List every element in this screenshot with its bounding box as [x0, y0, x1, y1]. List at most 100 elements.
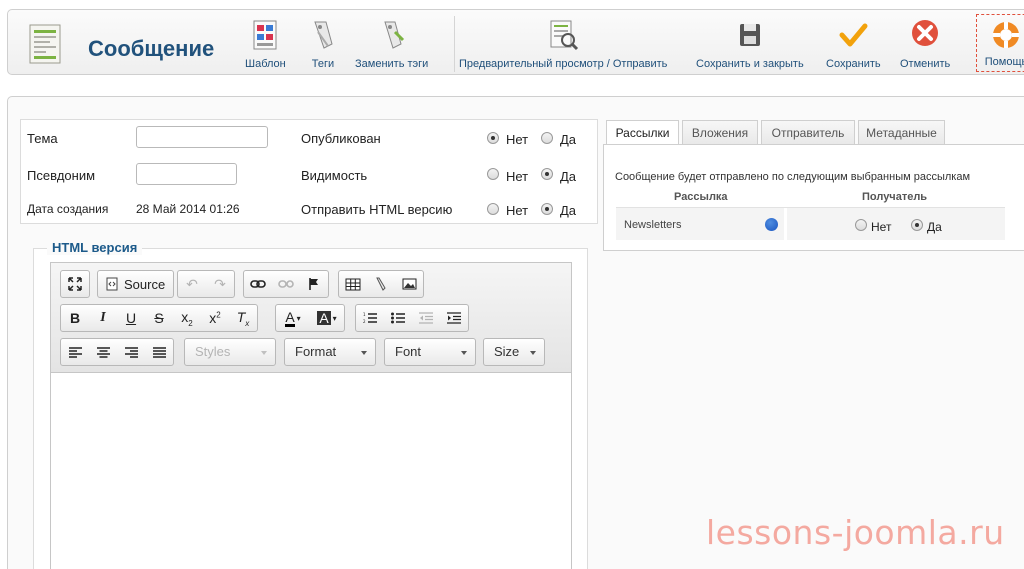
- italic-button[interactable]: I: [89, 305, 117, 331]
- save-close-button[interactable]: Сохранить и закрыть: [696, 18, 804, 70]
- link-group: [243, 270, 329, 298]
- image-button[interactable]: [395, 271, 423, 297]
- bullet-list-button[interactable]: [384, 305, 412, 331]
- published-yes-label: Да: [560, 132, 577, 147]
- tab-lists[interactable]: Рассылки: [606, 120, 679, 146]
- recipient-no-radio[interactable]: [855, 219, 867, 231]
- redo-button[interactable]: ↷: [206, 271, 234, 297]
- strike-button[interactable]: S: [145, 305, 173, 331]
- visibility-no-radio[interactable]: [487, 168, 499, 180]
- tab-sender[interactable]: Отправитель: [761, 120, 855, 145]
- text-color-icon: A: [285, 308, 295, 327]
- chevron-down-icon: [461, 351, 467, 355]
- subscript-button[interactable]: x2: [173, 305, 201, 331]
- recipient-yes-label: Да: [927, 220, 942, 234]
- remove-format-button[interactable]: Tx: [229, 305, 257, 331]
- tab-lists-label: Рассылки: [615, 126, 670, 140]
- lists-tab-panel: Сообщение будет отправлено по следующим …: [603, 144, 1024, 251]
- lists-description: Сообщение будет отправлено по следующим …: [615, 171, 971, 183]
- visibility-no-label: Нет: [506, 169, 529, 184]
- cancel-button-label: Отменить: [900, 58, 951, 70]
- size-combo[interactable]: Size: [483, 338, 545, 366]
- align-left-button[interactable]: [61, 339, 89, 365]
- numbered-list-icon: 12: [363, 312, 377, 324]
- indent-button[interactable]: [440, 305, 468, 331]
- underline-button[interactable]: U: [117, 305, 145, 331]
- bold-button[interactable]: B: [61, 305, 89, 331]
- outdent-icon: [419, 312, 433, 324]
- italic-icon: I: [100, 310, 106, 325]
- font-combo[interactable]: Font: [384, 338, 476, 366]
- published-no-label: Нет: [506, 132, 529, 147]
- preview-send-button[interactable]: Предварительный просмотр / Отправить: [459, 18, 667, 70]
- link-button[interactable]: [244, 271, 272, 297]
- preview-icon: [550, 20, 579, 51]
- edit-button[interactable]: [367, 271, 395, 297]
- tab-sender-label: Отправитель: [771, 126, 845, 140]
- toolbar: Сообщение Шаблон Теги Заменить тэги Пред…: [7, 9, 1024, 75]
- unlink-icon: [278, 280, 294, 288]
- strikethrough-icon: S: [154, 310, 164, 326]
- table-button[interactable]: [339, 271, 367, 297]
- visibility-label: Видимость: [301, 168, 368, 183]
- maximize-button[interactable]: [61, 271, 89, 297]
- numbered-list-button[interactable]: 12: [356, 305, 384, 331]
- send-html-yes-radio[interactable]: [541, 203, 553, 215]
- send-html-label: Отправить HTML версию: [301, 202, 453, 217]
- outdent-button[interactable]: [412, 305, 440, 331]
- superscript-button[interactable]: x2: [201, 305, 229, 331]
- font-combo-label: Font: [395, 344, 422, 359]
- undo-button[interactable]: ↶: [178, 271, 206, 297]
- column-header-list: Рассылка: [674, 191, 728, 203]
- alias-input[interactable]: [136, 163, 237, 185]
- maximize-group: [60, 270, 90, 298]
- template-button-label: Шаблон: [245, 58, 286, 70]
- save-button[interactable]: Сохранить: [826, 18, 881, 70]
- insert-group: [338, 270, 424, 298]
- tab-attachments[interactable]: Вложения: [682, 120, 758, 145]
- replace-tags-button[interactable]: Заменить тэги: [355, 18, 428, 70]
- save-button-label: Сохранить: [826, 58, 881, 70]
- bg-color-button[interactable]: A ▾: [310, 305, 344, 331]
- tags-button-label: Теги: [311, 58, 335, 70]
- format-combo-label: Format: [295, 344, 337, 359]
- help-button[interactable]: Помощь: [976, 14, 1024, 72]
- editor-toolbar: Source ↶ ↷ B I U S x2 x2 Tx A ▾ A ▾ 1 2 …: [51, 263, 571, 373]
- help-lifebuoy-icon: [993, 22, 1019, 48]
- tags-button[interactable]: Теги: [306, 18, 340, 70]
- underline-icon: U: [125, 310, 137, 326]
- styles-combo[interactable]: Styles: [184, 338, 276, 366]
- unlink-button[interactable]: [272, 271, 300, 297]
- table-cell-divider: [784, 208, 787, 240]
- align-right-button[interactable]: [117, 339, 145, 365]
- cancel-button[interactable]: Отменить: [900, 18, 950, 70]
- chevron-down-icon: [530, 351, 536, 355]
- checkmark-icon: [839, 23, 868, 47]
- watermark-text: lessons-joomla.ru: [706, 513, 1005, 552]
- source-button[interactable]: Source: [98, 271, 173, 297]
- help-button-label: Помощь: [984, 56, 1024, 68]
- send-html-no-radio[interactable]: [487, 203, 499, 215]
- visibility-yes-radio[interactable]: [541, 168, 553, 180]
- justify-button[interactable]: [145, 339, 173, 365]
- anchor-button[interactable]: [300, 271, 328, 297]
- subject-input[interactable]: [136, 126, 268, 148]
- format-combo[interactable]: Format: [284, 338, 376, 366]
- toolbar-separator: [454, 16, 455, 72]
- replace-tags-button-label: Заменить тэги: [355, 58, 429, 70]
- bg-color-icon: A: [317, 310, 331, 326]
- recipient-yes-radio[interactable]: [911, 219, 923, 231]
- align-center-button[interactable]: [89, 339, 117, 365]
- alias-label: Псевдоним: [27, 168, 96, 183]
- template-button[interactable]: Шаблон: [245, 18, 286, 70]
- published-no-radio[interactable]: [487, 132, 499, 144]
- visibility-yes-label: Да: [560, 169, 577, 184]
- editor-content-area[interactable]: [51, 374, 571, 569]
- text-color-button[interactable]: A ▾: [276, 305, 310, 331]
- remove-format-icon: Tx: [236, 308, 250, 328]
- tab-metadata[interactable]: Метаданные: [858, 120, 945, 145]
- published-label: Опубликован: [301, 131, 381, 146]
- published-yes-radio[interactable]: [541, 132, 553, 144]
- send-html-no-label: Нет: [506, 203, 529, 218]
- flag-icon: [309, 278, 318, 290]
